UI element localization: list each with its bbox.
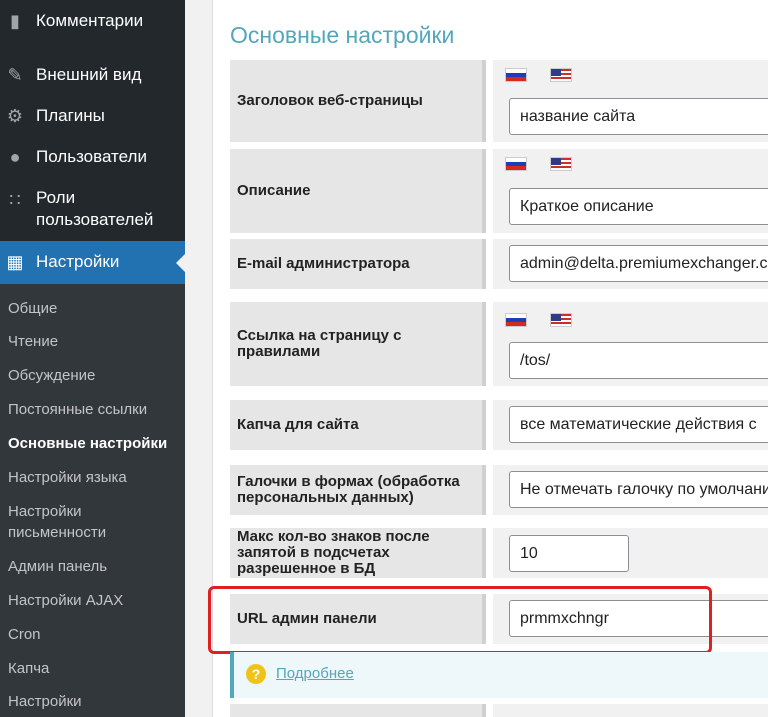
row-label: Капча для сайта bbox=[237, 416, 359, 433]
submenu-item-ajax[interactable]: Настройки AJAX bbox=[8, 590, 183, 611]
settings-row-checkboxes: Галочки в формах (обработка персональных… bbox=[230, 465, 768, 515]
checkbox-default-select[interactable]: Не отмечать галочку по умолчанию bbox=[509, 471, 768, 508]
flag-ru-icon[interactable] bbox=[505, 157, 527, 171]
submenu-item-discussion[interactable]: Обсуждение bbox=[8, 365, 183, 386]
settings-row-page-title: Заголовок веб-страницы название сайта bbox=[230, 60, 768, 142]
flag-ru-icon[interactable] bbox=[505, 68, 527, 82]
row-label: Макс кол-во знаков после запятой в подсч… bbox=[237, 528, 430, 577]
menu-item-user-roles[interactable]: ∷ Роли пользователей bbox=[0, 187, 185, 233]
settings-row-description: Описание Краткое описание bbox=[230, 149, 768, 233]
menu-item-appearance[interactable]: ✎ Внешний вид bbox=[0, 64, 185, 88]
user-icon: ● bbox=[9, 147, 21, 167]
settings-row-captcha: Капча для сайта все математические дейст… bbox=[230, 400, 768, 450]
settings-row-decimals: Макс кол-во знаков после запятой в подсч… bbox=[230, 528, 768, 578]
submenu-item-language[interactable]: Настройки языка bbox=[8, 467, 183, 488]
users-group-icon: ∷ bbox=[9, 190, 21, 210]
menu-label: Внешний вид bbox=[36, 65, 142, 84]
menu-item-comments[interactable]: ▮ Комментарии bbox=[0, 10, 185, 34]
submenu-item-admin-panel[interactable]: Админ панель bbox=[8, 556, 183, 577]
submenu-item-reading[interactable]: Чтение bbox=[8, 331, 183, 352]
flag-us-icon[interactable] bbox=[550, 313, 572, 327]
settings-row-admin-email: E-mail администратора admin@delta.premiu… bbox=[230, 239, 768, 289]
admin-email-input[interactable]: admin@delta.premiumexchanger.com bbox=[509, 245, 768, 282]
menu-label: Пользователи bbox=[36, 147, 147, 166]
menu-item-plugins[interactable]: ⚙ Плагины bbox=[0, 105, 185, 129]
submenu-item-main-settings[interactable]: Основные настройки bbox=[8, 433, 183, 454]
row-label: Галочки в формах (обработка персональных… bbox=[237, 473, 460, 506]
row-label: Описание bbox=[237, 182, 311, 199]
page-title: Основные настройки bbox=[230, 22, 455, 48]
settings-icon: ▦ bbox=[6, 252, 24, 272]
info-bar: ? Подробнее bbox=[230, 652, 768, 698]
menu-label: Плагины bbox=[36, 106, 105, 125]
submenu-item-writing[interactable]: Настройки письменности bbox=[8, 501, 138, 543]
submenu-item-captcha[interactable]: Капча bbox=[8, 658, 183, 679]
row-label: Ссылка на страницу с правилами bbox=[237, 327, 402, 360]
plugin-icon: ⚙ bbox=[6, 106, 24, 126]
settings-row-partial bbox=[230, 704, 768, 717]
menu-label: Комментарии bbox=[36, 11, 144, 30]
captcha-select[interactable]: все математические действия с bbox=[509, 406, 768, 443]
row-label: Заголовок веб-страницы bbox=[237, 92, 423, 109]
rules-link-input[interactable]: /tos/ bbox=[509, 342, 768, 379]
settings-submenu: Общие Чтение Обсуждение Постоянные ссылк… bbox=[0, 284, 185, 717]
submenu-item-cron[interactable]: Cron bbox=[8, 624, 183, 645]
menu-label: Настройки bbox=[36, 252, 120, 271]
flag-ru-icon[interactable] bbox=[505, 313, 527, 327]
page-title-input[interactable]: название сайта bbox=[509, 98, 768, 135]
highlight-box bbox=[208, 586, 712, 654]
menu-item-users[interactable]: ● Пользователи bbox=[0, 146, 185, 170]
menu-label: Роли пользователей bbox=[36, 188, 154, 229]
brush-icon: ✎ bbox=[7, 65, 23, 85]
help-link[interactable]: Подробнее bbox=[276, 665, 354, 682]
submenu-item-settings[interactable]: Настройки bbox=[8, 691, 183, 712]
admin-sidebar: ▮ Комментарии ✎ Внешний вид ⚙ Плагины ● … bbox=[0, 0, 185, 717]
active-arrow bbox=[176, 253, 185, 272]
description-input[interactable]: Краткое описание bbox=[509, 188, 768, 225]
flag-us-icon[interactable] bbox=[550, 157, 572, 171]
settings-row-rules-link: Ссылка на страницу с правилами /tos/ bbox=[230, 302, 768, 386]
submenu-item-permalinks[interactable]: Постоянные ссылки bbox=[8, 399, 183, 420]
comment-icon: ▮ bbox=[10, 11, 20, 31]
menu-item-settings[interactable]: ▦ Настройки bbox=[0, 241, 185, 284]
submenu-item-general[interactable]: Общие bbox=[8, 298, 183, 319]
decimals-input[interactable]: 10 bbox=[509, 535, 629, 572]
row-label: E-mail администратора bbox=[237, 255, 410, 272]
question-icon: ? bbox=[246, 664, 266, 684]
flag-us-icon[interactable] bbox=[550, 68, 572, 82]
